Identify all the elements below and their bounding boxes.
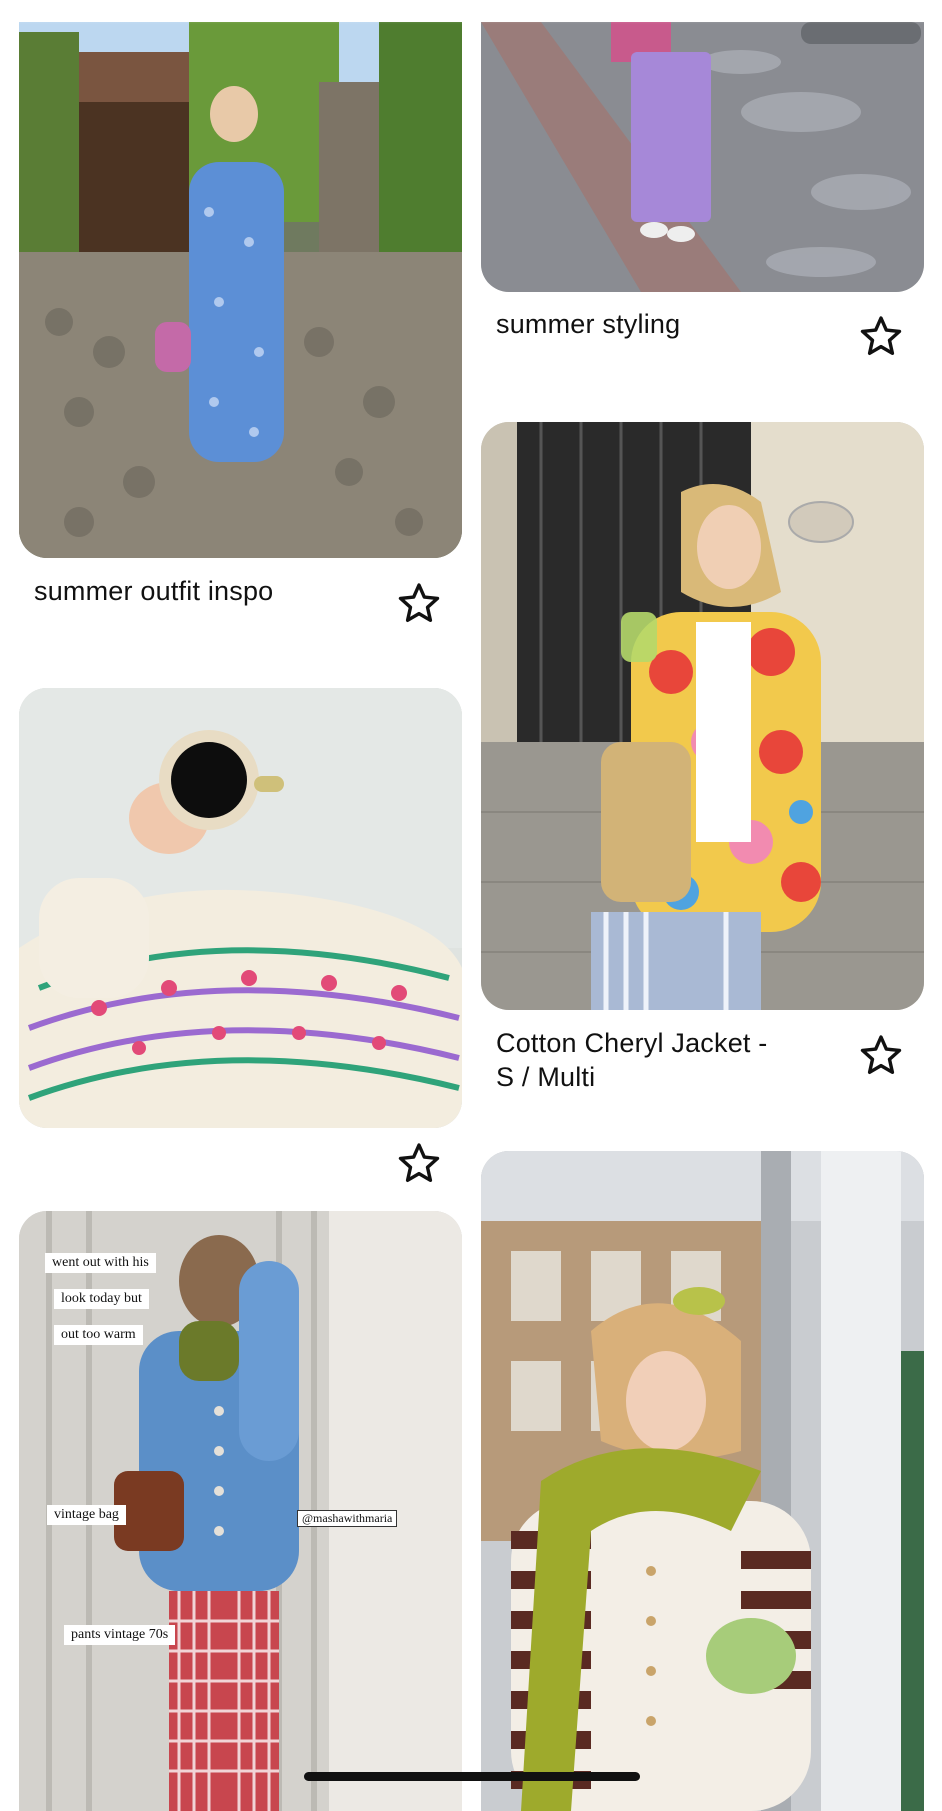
pin-caption: summer outfit inspo: [34, 576, 274, 606]
home-indicator: [304, 1772, 640, 1781]
overlay-text: went out with his: [45, 1253, 156, 1273]
save-star-icon[interactable]: [397, 1141, 441, 1185]
save-star-icon[interactable]: [859, 314, 903, 358]
overlay-text: out too warm: [54, 1325, 143, 1345]
overlay-text: pants vintage 70s: [64, 1625, 176, 1645]
pin-caption-line: Cotton Cheryl Jacket -: [496, 1028, 768, 1058]
overlay-text: vintage bag: [47, 1505, 126, 1525]
pin-image-blue-coat-mirror[interactable]: went out with his look today but out too…: [19, 1211, 462, 1811]
pin-image-cotton-cheryl-jacket[interactable]: [481, 422, 924, 1010]
pin-image-summer-outfit-inspo[interactable]: [19, 22, 462, 558]
pin-caption: summer styling: [496, 309, 681, 339]
pin-image-summer-styling[interactable]: [481, 22, 924, 292]
pin-caption-line: S / Multi: [496, 1062, 596, 1092]
top-fade: [0, 0, 942, 24]
pin-caption: Cotton Cheryl Jacket - S / Multi: [496, 1026, 768, 1094]
save-star-icon[interactable]: [859, 1033, 903, 1077]
pin-image-green-scarf[interactable]: [481, 1151, 924, 1811]
save-star-icon[interactable]: [397, 581, 441, 625]
pin-image-coffee-knit-sweater[interactable]: [19, 688, 462, 1128]
overlay-handle: @mashawithmaria: [297, 1510, 398, 1527]
overlay-text: look today but: [54, 1289, 149, 1309]
